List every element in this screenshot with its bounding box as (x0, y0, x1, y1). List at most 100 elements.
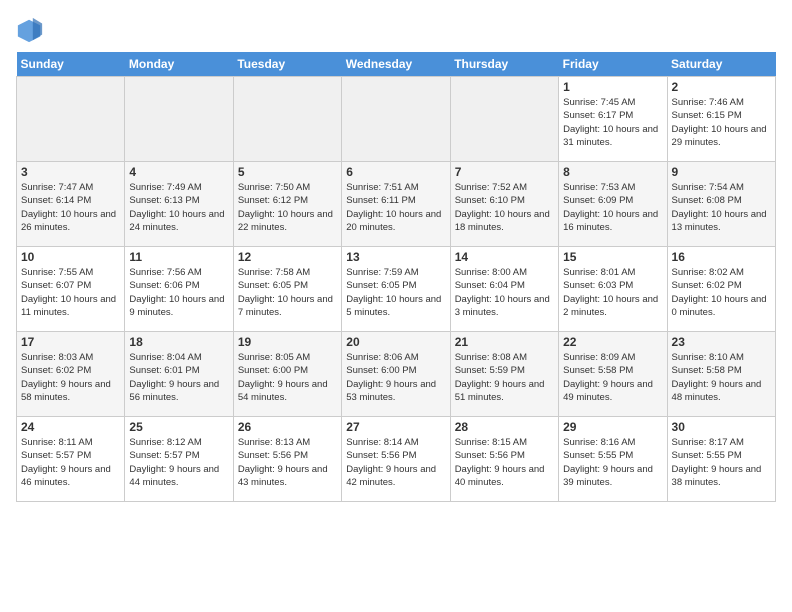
calendar-cell: 23 Sunrise: 8:10 AM Sunset: 5:58 PM Dayli… (667, 332, 775, 417)
day-info: Sunrise: 7:54 AM Sunset: 6:08 PM Dayligh… (672, 181, 771, 234)
calendar-cell: 12Sunrise: 7:58 AM Sunset: 6:05 PM Dayli… (233, 247, 341, 332)
calendar-cell (125, 77, 233, 162)
logo (16, 16, 48, 44)
day-number: 27 (346, 420, 445, 434)
day-number: 14 (455, 250, 554, 264)
day-info: Sunrise: 7:51 AM Sunset: 6:11 PM Dayligh… (346, 181, 445, 234)
calendar-cell: 28 Sunrise: 8:15 AM Sunset: 5:56 PM Dayli… (450, 417, 558, 502)
day-number: 30 (672, 420, 771, 434)
day-number: 21 (455, 335, 554, 349)
day-info: Sunrise: 7:52 AM Sunset: 6:10 PM Dayligh… (455, 181, 554, 234)
day-info: Sunrise: 7:47 AM Sunset: 6:14 PM Dayligh… (21, 181, 120, 234)
calendar-cell: 19Sunrise: 8:05 AM Sunset: 6:00 PM Dayli… (233, 332, 341, 417)
calendar-cell: 21 Sunrise: 8:08 AM Sunset: 5:59 PM Dayli… (450, 332, 558, 417)
day-header-friday: Friday (559, 52, 667, 77)
day-info: Sunrise: 8:08 AM Sunset: 5:59 PM Dayligh… (455, 351, 554, 404)
day-number: 24 (21, 420, 120, 434)
calendar-cell: 13 Sunrise: 7:59 AM Sunset: 6:05 PM Dayli… (342, 247, 450, 332)
calendar-cell (450, 77, 558, 162)
day-number: 23 (672, 335, 771, 349)
day-info: Sunrise: 8:03 AM Sunset: 6:02 PM Dayligh… (21, 351, 120, 404)
day-info: Sunrise: 7:55 AM Sunset: 6:07 PM Dayligh… (21, 266, 120, 319)
day-info: Sunrise: 7:49 AM Sunset: 6:13 PM Dayligh… (129, 181, 228, 234)
calendar-cell: 22 Sunrise: 8:09 AM Sunset: 5:58 PM Dayli… (559, 332, 667, 417)
calendar-cell: 17 Sunrise: 8:03 AM Sunset: 6:02 PM Dayli… (17, 332, 125, 417)
day-header-monday: Monday (125, 52, 233, 77)
day-number: 18 (129, 335, 228, 349)
day-info: Sunrise: 8:17 AM Sunset: 5:55 PM Dayligh… (672, 436, 771, 489)
calendar-cell: 4 Sunrise: 7:49 AM Sunset: 6:13 PM Daylig… (125, 162, 233, 247)
calendar-cell: 11 Sunrise: 7:56 AM Sunset: 6:06 PM Dayli… (125, 247, 233, 332)
day-info: Sunrise: 8:10 AM Sunset: 5:58 PM Dayligh… (672, 351, 771, 404)
calendar-cell: 25 Sunrise: 8:12 AM Sunset: 5:57 PM Dayli… (125, 417, 233, 502)
calendar-cell: 7 Sunrise: 7:52 AM Sunset: 6:10 PM Daylig… (450, 162, 558, 247)
calendar-cell: 18 Sunrise: 8:04 AM Sunset: 6:01 PM Dayli… (125, 332, 233, 417)
day-number: 4 (129, 165, 228, 179)
day-number: 26 (238, 420, 337, 434)
calendar-cell: 14 Sunrise: 8:00 AM Sunset: 6:04 PM Dayli… (450, 247, 558, 332)
calendar-cell: 24 Sunrise: 8:11 AM Sunset: 5:57 PM Dayli… (17, 417, 125, 502)
day-info: Sunrise: 7:45 AM Sunset: 6:17 PM Dayligh… (563, 96, 662, 149)
logo-icon (16, 16, 44, 44)
calendar-cell: 6 Sunrise: 7:51 AM Sunset: 6:11 PM Daylig… (342, 162, 450, 247)
calendar-cell: 10 Sunrise: 7:55 AM Sunset: 6:07 PM Dayli… (17, 247, 125, 332)
header-row: SundayMondayTuesdayWednesdayThursdayFrid… (17, 52, 776, 77)
day-number: 25 (129, 420, 228, 434)
day-header-tuesday: Tuesday (233, 52, 341, 77)
day-number: 1 (563, 80, 662, 94)
day-number: 15 (563, 250, 662, 264)
day-info: Sunrise: 8:05 AM Sunset: 6:00 PM Dayligh… (238, 351, 337, 404)
day-info: Sunrise: 7:50 AM Sunset: 6:12 PM Dayligh… (238, 181, 337, 234)
day-number: 5 (238, 165, 337, 179)
calendar-cell (233, 77, 341, 162)
day-number: 8 (563, 165, 662, 179)
day-number: 13 (346, 250, 445, 264)
calendar-week-1: 1 Sunrise: 7:45 AM Sunset: 6:17 PM Daylig… (17, 77, 776, 162)
calendar-cell: 1 Sunrise: 7:45 AM Sunset: 6:17 PM Daylig… (559, 77, 667, 162)
calendar-cell: 9 Sunrise: 7:54 AM Sunset: 6:08 PM Daylig… (667, 162, 775, 247)
calendar-cell: 15Sunrise: 8:01 AM Sunset: 6:03 PM Dayli… (559, 247, 667, 332)
day-header-saturday: Saturday (667, 52, 775, 77)
day-info: Sunrise: 8:15 AM Sunset: 5:56 PM Dayligh… (455, 436, 554, 489)
calendar-cell (17, 77, 125, 162)
calendar-cell: 27 Sunrise: 8:14 AM Sunset: 5:56 PM Dayli… (342, 417, 450, 502)
day-info: Sunrise: 8:16 AM Sunset: 5:55 PM Dayligh… (563, 436, 662, 489)
day-info: Sunrise: 8:06 AM Sunset: 6:00 PM Dayligh… (346, 351, 445, 404)
day-header-sunday: Sunday (17, 52, 125, 77)
day-number: 6 (346, 165, 445, 179)
calendar-week-3: 10 Sunrise: 7:55 AM Sunset: 6:07 PM Dayli… (17, 247, 776, 332)
calendar-cell: 2 Sunrise: 7:46 AM Sunset: 6:15 PM Daylig… (667, 77, 775, 162)
day-number: 28 (455, 420, 554, 434)
day-info: Sunrise: 8:12 AM Sunset: 5:57 PM Dayligh… (129, 436, 228, 489)
day-number: 12 (238, 250, 337, 264)
day-number: 10 (21, 250, 120, 264)
day-number: 17 (21, 335, 120, 349)
day-header-thursday: Thursday (450, 52, 558, 77)
calendar-cell: 8 Sunrise: 7:53 AM Sunset: 6:09 PM Daylig… (559, 162, 667, 247)
calendar-cell: 26Sunrise: 8:13 AM Sunset: 5:56 PM Dayli… (233, 417, 341, 502)
day-info: Sunrise: 8:02 AM Sunset: 6:02 PM Dayligh… (672, 266, 771, 319)
day-info: Sunrise: 7:46 AM Sunset: 6:15 PM Dayligh… (672, 96, 771, 149)
day-number: 29 (563, 420, 662, 434)
page-header (16, 16, 776, 44)
calendar-cell: 5 Sunrise: 7:50 AM Sunset: 6:12 PM Daylig… (233, 162, 341, 247)
calendar-cell: 16Sunrise: 8:02 AM Sunset: 6:02 PM Dayli… (667, 247, 775, 332)
day-info: Sunrise: 7:56 AM Sunset: 6:06 PM Dayligh… (129, 266, 228, 319)
day-info: Sunrise: 8:09 AM Sunset: 5:58 PM Dayligh… (563, 351, 662, 404)
day-number: 2 (672, 80, 771, 94)
day-number: 11 (129, 250, 228, 264)
day-number: 3 (21, 165, 120, 179)
day-info: Sunrise: 7:59 AM Sunset: 6:05 PM Dayligh… (346, 266, 445, 319)
day-number: 9 (672, 165, 771, 179)
day-info: Sunrise: 8:04 AM Sunset: 6:01 PM Dayligh… (129, 351, 228, 404)
day-info: Sunrise: 8:00 AM Sunset: 6:04 PM Dayligh… (455, 266, 554, 319)
day-number: 7 (455, 165, 554, 179)
day-header-wednesday: Wednesday (342, 52, 450, 77)
day-number: 22 (563, 335, 662, 349)
day-info: Sunrise: 8:14 AM Sunset: 5:56 PM Dayligh… (346, 436, 445, 489)
calendar-week-5: 24 Sunrise: 8:11 AM Sunset: 5:57 PM Dayli… (17, 417, 776, 502)
day-info: Sunrise: 7:53 AM Sunset: 6:09 PM Dayligh… (563, 181, 662, 234)
day-info: Sunrise: 8:11 AM Sunset: 5:57 PM Dayligh… (21, 436, 120, 489)
calendar-cell: 3 Sunrise: 7:47 AM Sunset: 6:14 PM Daylig… (17, 162, 125, 247)
calendar-week-4: 17 Sunrise: 8:03 AM Sunset: 6:02 PM Dayli… (17, 332, 776, 417)
